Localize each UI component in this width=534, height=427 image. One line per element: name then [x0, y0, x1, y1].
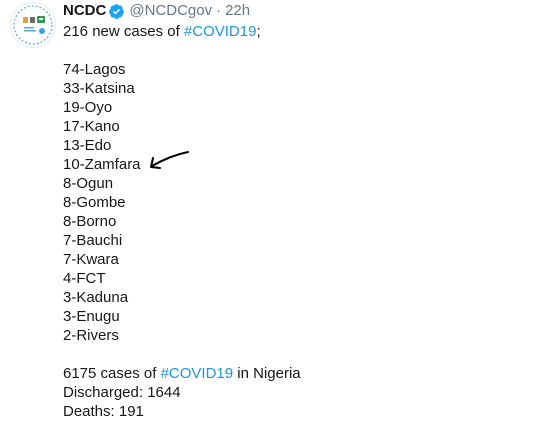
total-text: 6175 cases of — [63, 365, 161, 382]
intro-suffix: ; — [256, 23, 261, 40]
state-case-line: 13-Edo — [63, 137, 112, 154]
total-line: 6175 cases of #COVID19 in Nigeria — [63, 364, 523, 383]
tweet-text: 216 new cases of #COVID19; 74-Lagos 33-Ka… — [63, 22, 523, 421]
intro-line: 216 new cases of #COVID19; — [63, 22, 523, 41]
state-case-line: 7-Kwara — [63, 251, 119, 268]
discharged-line: Discharged: 1644 — [63, 384, 181, 401]
state-case-line: 10-Zamfara — [63, 156, 141, 173]
state-case-line: 3-Kaduna — [63, 289, 129, 306]
intro-text: 216 new cases of — [63, 23, 184, 40]
state-case-line: 8-Borno — [63, 213, 117, 230]
state-case-line: 74-Lagos — [63, 61, 126, 78]
state-case-line: 33-Katsina — [63, 80, 135, 97]
deaths-line: Deaths: 191 — [63, 403, 144, 420]
author-handle[interactable]: @NCDCgov — [129, 0, 212, 22]
hashtag-link[interactable]: #COVID19 — [184, 23, 257, 40]
state-case-line: 2-Rivers — [63, 327, 119, 344]
avatar[interactable] — [10, 2, 56, 48]
tweet-timestamp[interactable]: 22h — [225, 0, 250, 22]
state-case-line: 7-Bauchi — [63, 232, 123, 249]
author-name[interactable]: NCDC — [63, 0, 106, 22]
verified-badge-icon — [108, 3, 125, 20]
state-case-list: 74-Lagos 33-Katsina 19-Oyo 17-Kano 13-Edo 10-… — [63, 60, 523, 345]
header-separator: · — [216, 2, 222, 19]
hashtag-link[interactable]: #COVID19 — [161, 365, 234, 382]
total-suffix: in Nigeria — [233, 365, 301, 382]
state-case-line: 17-Kano — [63, 118, 120, 135]
state-case-line: 8-Gombe — [63, 194, 126, 211]
state-case-line: 4-FCT — [63, 270, 106, 287]
state-case-line: 3-Enugu — [63, 308, 120, 325]
state-case-line: 19-Oyo — [63, 99, 113, 116]
tweet[interactable]: NCDC @NCDCgov · 22h 216 new cases of #CO… — [63, 0, 523, 421]
state-case-line: 8-Ogun — [63, 175, 114, 192]
tweet-header: NCDC @NCDCgov · 22h — [63, 0, 523, 22]
ncdc-logo-icon — [13, 5, 53, 45]
